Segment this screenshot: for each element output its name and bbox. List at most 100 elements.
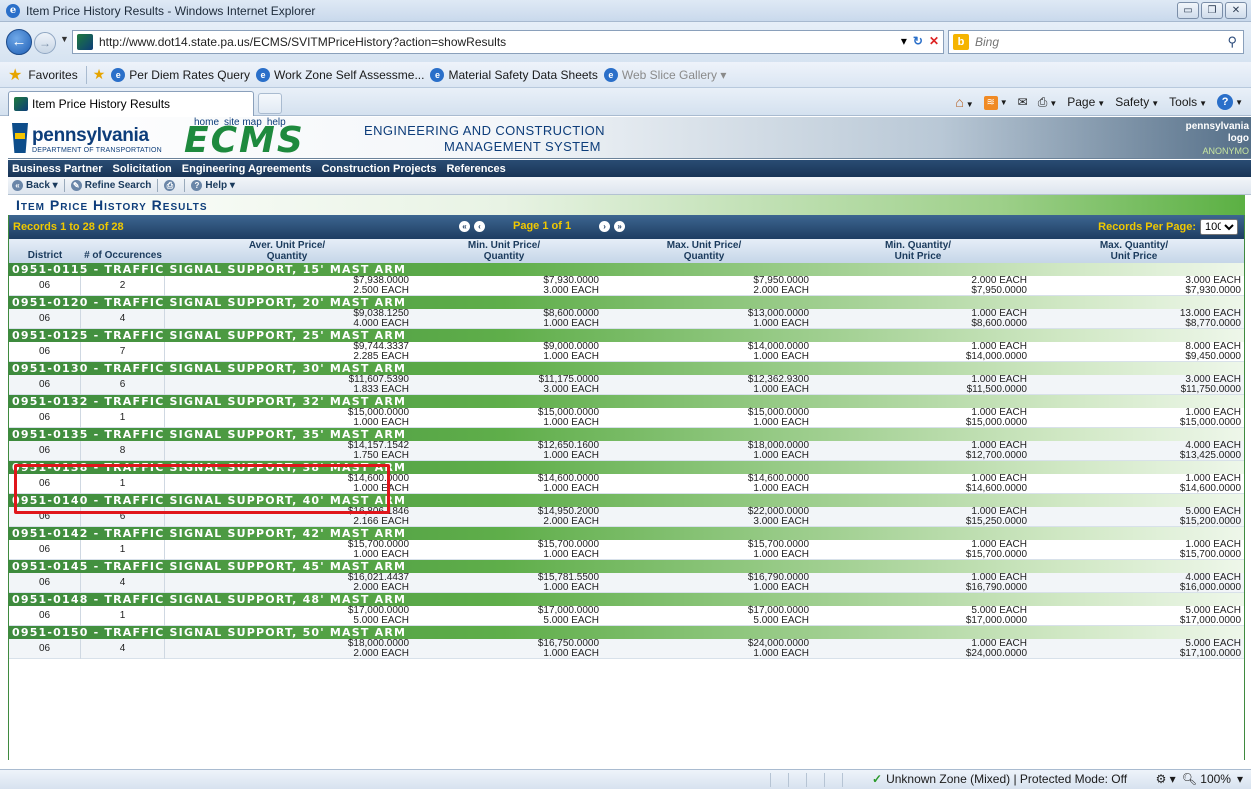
table-row[interactable]: 06 4 $18,000.0000 2.000 EACH $16,750.0000 1.0… bbox=[9, 639, 1244, 659]
table-row[interactable]: 06 1 $17,000.0000 5.000 EACH $17,000.0000 5.0… bbox=[9, 606, 1244, 626]
max-price-cell: $16,790.0000 1.000 EACH bbox=[747, 572, 809, 593]
url-input[interactable] bbox=[99, 35, 889, 49]
search-input[interactable] bbox=[975, 35, 1215, 49]
home-button[interactable]: ⌂ ▼ bbox=[955, 94, 973, 110]
table-row[interactable]: 06 1 $15,000.0000 1.000 EACH $15,000.0000 1.0… bbox=[9, 408, 1244, 428]
table-row[interactable]: 06 1 $15,700.0000 1.000 EACH $15,700.0000 1.0… bbox=[9, 540, 1244, 560]
favorites-star-icon[interactable]: ★ bbox=[8, 65, 22, 85]
table-row[interactable]: 06 4 $9,038.1250 4.000 EACH $8,600.0000 1.000… bbox=[9, 309, 1244, 329]
table-row[interactable]: 06 8 $14,157.1542 1.750 EACH $12,650.1600 1.0… bbox=[9, 441, 1244, 461]
max-price-cell: $15,700.0000 1.000 EACH bbox=[747, 539, 809, 560]
fav-item-per-diem[interactable]: e Per Diem Rates Query bbox=[111, 67, 250, 82]
aver-price-cell: $14,600.0000 1.000 EACH bbox=[347, 473, 409, 494]
table-row[interactable]: 06 6 $11,607.5390 1.833 EACH $11,175.0000 3.0… bbox=[9, 375, 1244, 395]
min-quantity-cell: 1.000 EACH $12,700.0000 bbox=[965, 440, 1027, 461]
menu-construction-projects[interactable]: Construction Projects bbox=[322, 163, 437, 175]
favorites-button[interactable]: Favorites bbox=[28, 68, 77, 82]
table-row[interactable]: 06 4 $16,021.4437 2.000 EACH $15,781.5500 1.0… bbox=[9, 573, 1244, 593]
new-tab-button[interactable] bbox=[258, 93, 282, 114]
menu-solicitation[interactable]: Solicitation bbox=[112, 163, 171, 175]
protected-mode-icon[interactable]: ⚙ ▾ bbox=[1156, 772, 1176, 786]
item-group-header: 0951-0120 - TRAFFIC SIGNAL SUPPORT, 20' … bbox=[9, 296, 1244, 309]
header-user-area: pennsylvania logo ANONYMO bbox=[1185, 121, 1249, 156]
next-page-icon[interactable]: › bbox=[599, 220, 611, 232]
records-per-page-select[interactable]: 100 bbox=[1200, 219, 1238, 235]
occurences-cell: 2 bbox=[81, 276, 165, 296]
prev-page-icon[interactable]: ‹ bbox=[474, 220, 485, 232]
last-page-icon[interactable]: » bbox=[614, 220, 626, 232]
back-button[interactable]: ← bbox=[6, 29, 32, 55]
col-occurences[interactable]: # of Occurences bbox=[81, 250, 165, 261]
col-max-unit-price[interactable]: Max. Unit Price/Quantity bbox=[599, 240, 809, 262]
maximize-button[interactable]: ❐ bbox=[1201, 2, 1223, 19]
zoom-level[interactable]: 🔍︎ 100% bbox=[1182, 772, 1231, 786]
min-price-cell: $17,000.0000 5.000 EACH bbox=[537, 605, 599, 626]
min-price-cell: $8,600.0000 1.000 EACH bbox=[543, 308, 599, 329]
item-group-header: 0951-0130 - TRAFFIC SIGNAL SUPPORT, 30' … bbox=[9, 362, 1244, 375]
col-district[interactable]: District bbox=[9, 250, 81, 261]
forward-button[interactable]: → bbox=[34, 32, 56, 54]
table-row[interactable]: 06 6 $16,806.1846 2.166 EACH $14,950.2000 2.0… bbox=[9, 507, 1244, 527]
max-price-cell: $7,950.0000 2.000 EACH bbox=[753, 275, 809, 296]
item-group-header: 0951-0125 - TRAFFIC SIGNAL SUPPORT, 25' … bbox=[9, 329, 1244, 342]
max-quantity-cell: 3.000 EACH $7,930.0000 bbox=[1185, 275, 1241, 296]
back-page-button[interactable]: «Back ▾ bbox=[12, 180, 58, 191]
minimize-button[interactable]: ▭ bbox=[1177, 2, 1199, 19]
records-count: Records 1 to 28 of 28 bbox=[13, 221, 124, 233]
menu-references[interactable]: References bbox=[446, 163, 505, 175]
paging-bar: Records 1 to 28 of 28 « ‹ Page 1 of 1 › … bbox=[9, 215, 1244, 239]
refresh-icon[interactable]: ↻ bbox=[913, 34, 923, 48]
stop-icon[interactable]: ✕ bbox=[929, 34, 939, 48]
site-favicon-icon bbox=[77, 34, 93, 50]
occurences-cell: 4 bbox=[81, 573, 165, 593]
help-menu[interactable]: ? ▼ bbox=[1217, 94, 1243, 110]
min-price-cell: $7,930.0000 3.000 EACH bbox=[543, 275, 599, 296]
min-price-cell: $15,000.0000 1.000 EACH bbox=[537, 407, 599, 428]
tab-item-price-history[interactable]: Item Price History Results bbox=[8, 91, 254, 116]
history-dropdown-icon[interactable]: ▼ bbox=[60, 34, 69, 44]
favorites-bar: ★ Favorites ★ e Per Diem Rates Query e Wor… bbox=[0, 62, 1251, 88]
search-field[interactable]: b ⚲ bbox=[948, 30, 1244, 54]
mail-button[interactable]: ✉ bbox=[1018, 95, 1028, 109]
min-price-cell: $12,650.1600 1.000 EACH bbox=[537, 440, 599, 461]
close-button[interactable]: ✕ bbox=[1225, 2, 1247, 19]
occurences-cell: 8 bbox=[81, 441, 165, 461]
feeds-button[interactable]: ≋ ▼ bbox=[983, 94, 1008, 110]
fav-item-work-zone[interactable]: e Work Zone Self Assessme... bbox=[255, 67, 424, 82]
page-menu[interactable]: Page ▼ bbox=[1067, 95, 1105, 109]
security-zone[interactable]: ✓ Unknown Zone (Mixed) | Protected Mode:… bbox=[872, 772, 1127, 786]
tools-menu[interactable]: Tools ▼ bbox=[1169, 95, 1207, 109]
max-price-cell: $14,600.0000 1.000 EACH bbox=[747, 473, 809, 494]
table-row[interactable]: 06 2 $7,938.0000 2.500 EACH $7,930.0000 3.000… bbox=[9, 276, 1244, 296]
status-cells bbox=[770, 773, 860, 787]
add-favorites-icon[interactable]: ★ bbox=[93, 66, 106, 83]
fav-item-msds[interactable]: e Material Safety Data Sheets bbox=[430, 67, 598, 82]
max-price-cell: $17,000.0000 5.000 EACH bbox=[747, 605, 809, 626]
ecms-logo: ECMS bbox=[184, 120, 305, 161]
col-min-unit-price[interactable]: Min. Unit Price/Quantity bbox=[409, 240, 599, 262]
max-quantity-cell: 3.000 EACH $11,750.0000 bbox=[1180, 374, 1241, 395]
col-max-quantity[interactable]: Max. Quantity/Unit Price bbox=[1027, 240, 1241, 262]
zoom-dropdown-icon[interactable]: ▾ bbox=[1237, 772, 1243, 786]
url-dropdown-icon[interactable]: ▾ bbox=[901, 34, 907, 48]
print-button[interactable]: ⎙ ▼ bbox=[1038, 95, 1058, 110]
max-quantity-cell: 1.000 EACH $15,000.0000 bbox=[1179, 407, 1241, 428]
table-row[interactable]: 06 7 $9,744.3337 2.285 EACH $9,000.0000 1.000… bbox=[9, 342, 1244, 362]
search-icon[interactable]: ⚲ bbox=[1227, 34, 1237, 50]
occurences-cell: 4 bbox=[81, 309, 165, 329]
print-page-button[interactable]: ⎙ bbox=[164, 180, 178, 191]
fav-item-web-slice[interactable]: e Web Slice Gallery ▾ bbox=[603, 67, 726, 82]
col-min-quantity[interactable]: Min. Quantity/Unit Price bbox=[809, 240, 1027, 262]
safety-menu[interactable]: Safety ▼ bbox=[1115, 95, 1159, 109]
col-aver-unit-price[interactable]: Aver. Unit Price/Quantity bbox=[165, 240, 409, 262]
occurences-cell: 6 bbox=[81, 507, 165, 527]
first-page-icon[interactable]: « bbox=[459, 220, 470, 232]
favorites-divider bbox=[85, 65, 87, 84]
refine-search-button[interactable]: ✎ Refine Search bbox=[70, 180, 151, 191]
menu-business-partner[interactable]: Business Partner bbox=[12, 163, 102, 175]
help-page-button[interactable]: ? Help ▾ bbox=[191, 180, 235, 191]
url-field[interactable]: ▾ ↻ ✕ bbox=[72, 30, 944, 54]
pa-wordmark: pennsylvania bbox=[32, 125, 149, 146]
table-row[interactable]: 06 1 $14,600.0000 1.000 EACH $14,600.0000 1.0… bbox=[9, 474, 1244, 494]
menu-engineering-agreements[interactable]: Engineering Agreements bbox=[182, 163, 312, 175]
